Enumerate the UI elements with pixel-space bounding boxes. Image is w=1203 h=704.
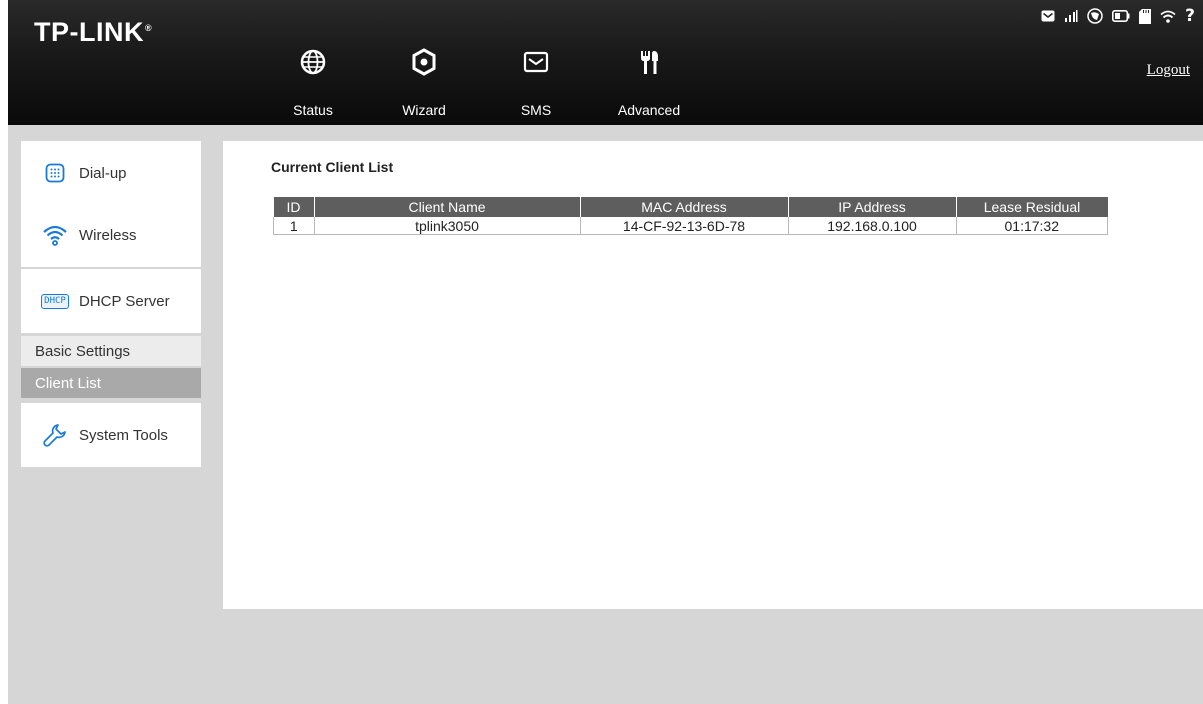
sidebar-sub-basic-settings[interactable]: Basic Settings xyxy=(21,336,201,366)
nav-wizard[interactable]: Wizard xyxy=(379,40,469,125)
client-table: ID Client Name MAC Address IP Address Le… xyxy=(273,197,1108,235)
cell-ip-address: 192.168.0.100 xyxy=(787,217,956,235)
nav-advanced[interactable]: Advanced xyxy=(604,40,694,125)
sidebar-item-label: System Tools xyxy=(79,426,168,444)
sidebar-item-dial-up[interactable]: Dial-up xyxy=(21,141,201,205)
cell-mac-address: 14-CF-92-13-6D-78 xyxy=(579,217,788,235)
cell-id: 1 xyxy=(273,217,314,235)
page-frame: TP-LINK® Status Wizard SMS Advanced ? Lo… xyxy=(8,0,1203,704)
sidebar-sub-client-list[interactable]: Client List xyxy=(21,368,201,398)
sd-card-icon xyxy=(1139,8,1152,24)
sidebar-item-dhcp-server[interactable]: DHCP DHCP Server xyxy=(21,269,201,333)
nav-sms[interactable]: SMS xyxy=(491,40,581,125)
dhcp-icon: DHCP xyxy=(41,287,69,315)
sidebar-item-label: DHCP Server xyxy=(79,292,170,310)
globe-icon xyxy=(300,49,326,75)
wizard-icon xyxy=(412,48,436,76)
main-panel: Current Client List ID Client Name MAC A… xyxy=(223,141,1203,609)
page-title: Current Client List xyxy=(271,159,394,175)
sidebar-item-wireless[interactable]: Wireless xyxy=(21,203,201,267)
sidebar-item-label: Wireless xyxy=(79,226,137,244)
column-header-mac-address: MAC Address xyxy=(580,197,789,217)
logout-link[interactable]: Logout xyxy=(1147,62,1190,79)
column-header-ip-address: IP Address xyxy=(788,197,957,217)
column-header-id: ID xyxy=(273,197,315,217)
envelope-icon xyxy=(523,51,549,73)
column-header-client-name: Client Name xyxy=(314,197,581,217)
table-row: 1 tplink3050 14-CF-92-13-6D-78 192.168.0… xyxy=(273,217,1108,235)
column-header-lease-residual: Lease Residual xyxy=(956,197,1108,217)
wireless-icon xyxy=(41,221,69,249)
help-icon[interactable]: ? xyxy=(1185,6,1195,26)
top-header: TP-LINK® Status Wizard SMS Advanced ? Lo… xyxy=(8,0,1203,125)
sidebar-item-system-tools[interactable]: System Tools xyxy=(21,403,201,467)
nav-status-label: Status xyxy=(293,102,333,118)
nav-wizard-label: Wizard xyxy=(402,102,446,118)
nav-sms-label: SMS xyxy=(520,102,552,118)
battery-icon xyxy=(1112,10,1130,22)
sim-icon xyxy=(1087,8,1103,24)
nav-status[interactable]: Status xyxy=(268,40,358,125)
status-bar: ? xyxy=(1041,6,1195,26)
cell-client-name: tplink3050 xyxy=(313,217,580,235)
sidebar-item-label: Dial-up xyxy=(79,164,127,182)
wrench-icon xyxy=(41,421,69,449)
signal-icon xyxy=(1064,10,1078,22)
nav-advanced-label: Advanced xyxy=(617,102,681,118)
tp-link-logo: TP-LINK® xyxy=(34,17,153,47)
mail-icon[interactable] xyxy=(1041,10,1055,22)
dialup-icon xyxy=(41,159,69,187)
wifi-icon xyxy=(1160,10,1176,23)
tools-icon xyxy=(641,51,658,74)
cell-lease-residual: 01:17:32 xyxy=(955,217,1108,235)
table-header-row: ID Client Name MAC Address IP Address Le… xyxy=(273,197,1108,217)
